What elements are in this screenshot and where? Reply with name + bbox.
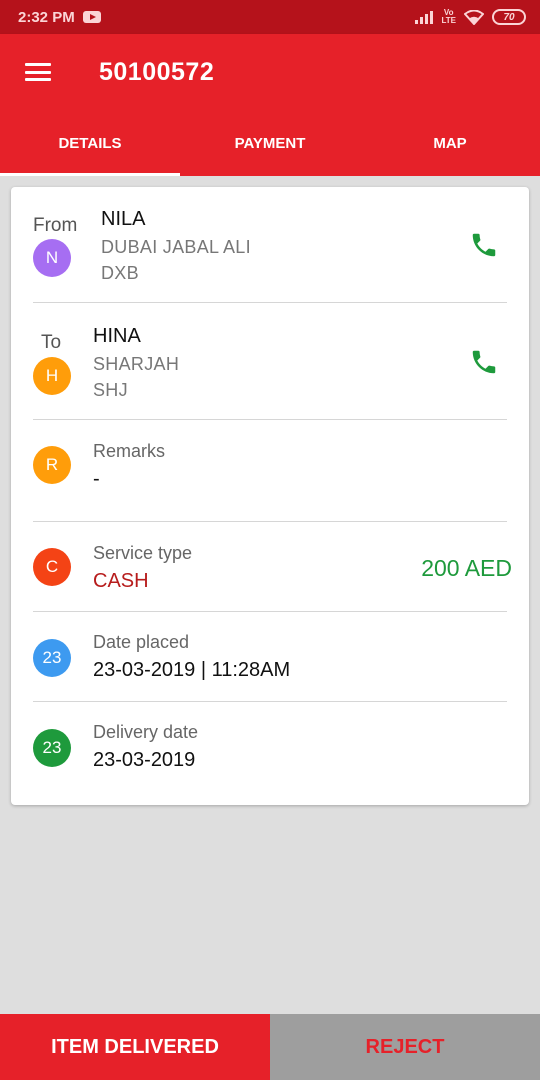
from-avatar: N <box>33 239 71 277</box>
tab-map[interactable]: MAP <box>360 110 540 176</box>
amount-value: 200 AED <box>421 555 512 581</box>
service-type-label: Service type <box>93 543 193 563</box>
signal-icon <box>415 10 434 24</box>
receiver-name: HINA <box>93 325 141 347</box>
menu-icon[interactable] <box>25 63 51 81</box>
tab-payment[interactable]: PAYMENT <box>180 110 360 176</box>
to-section: To H HINA SHARJAH SHJ <box>11 303 529 420</box>
page-title: 50100572 <box>99 57 215 86</box>
wifi-icon <box>464 9 484 25</box>
app-bar: 50100572 <box>0 34 540 110</box>
delivery-date-avatar: 23 <box>33 729 71 767</box>
sender-address-line1: DUBAI JABAL ALI <box>101 237 251 257</box>
phone-icon[interactable] <box>469 347 499 377</box>
to-avatar: H <box>33 357 71 395</box>
service-avatar: C <box>33 548 71 586</box>
sender-address-line2: DXB <box>101 263 139 283</box>
date-placed-avatar: 23 <box>33 639 71 677</box>
to-caption: To <box>41 332 62 353</box>
remarks-avatar: R <box>33 446 71 484</box>
delivery-date-label: Delivery date <box>93 722 199 742</box>
battery-icon: 70 <box>492 9 526 25</box>
status-bar: 2:32 PM Vo LTE 70 <box>0 0 540 34</box>
sender-name: NILA <box>101 208 146 230</box>
date-placed-value: 23-03-2019 | 11:28AM <box>93 659 291 681</box>
service-type-value: CASH <box>93 570 149 592</box>
date-placed-label: Date placed <box>93 632 190 652</box>
service-type-section: C Service type CASH 200 AED <box>11 522 529 612</box>
phone-icon[interactable] <box>469 230 499 260</box>
remarks-section: R Remarks - <box>11 420 529 521</box>
bottom-actions: ITEM DELIVERED REJECT <box>0 1014 540 1080</box>
tab-details[interactable]: DETAILS <box>0 110 180 176</box>
item-delivered-button[interactable]: ITEM DELIVERED <box>0 1014 270 1080</box>
reject-button[interactable]: REJECT <box>270 1014 540 1080</box>
date-placed-section: 23 Date placed 23-03-2019 | 11:28AM <box>11 612 529 702</box>
receiver-address-line2: SHJ <box>93 380 128 400</box>
from-caption: From <box>33 215 78 236</box>
status-time: 2:32 PM <box>18 8 75 26</box>
delivery-date-section: 23 Delivery date 23-03-2019 <box>11 702 529 805</box>
details-card: From N NILA DUBAI JABAL ALI DXB To H HIN… <box>11 187 529 805</box>
delivery-date-value: 23-03-2019 <box>93 749 196 771</box>
from-section: From N NILA DUBAI JABAL ALI DXB <box>11 187 529 303</box>
remarks-value: - <box>93 468 100 490</box>
youtube-notification-icon <box>82 11 101 23</box>
tab-bar: DETAILS PAYMENT MAP <box>0 110 540 176</box>
volte-icon: Vo LTE <box>441 8 456 25</box>
remarks-label: Remarks <box>93 441 166 461</box>
receiver-address-line1: SHARJAH <box>93 354 180 374</box>
